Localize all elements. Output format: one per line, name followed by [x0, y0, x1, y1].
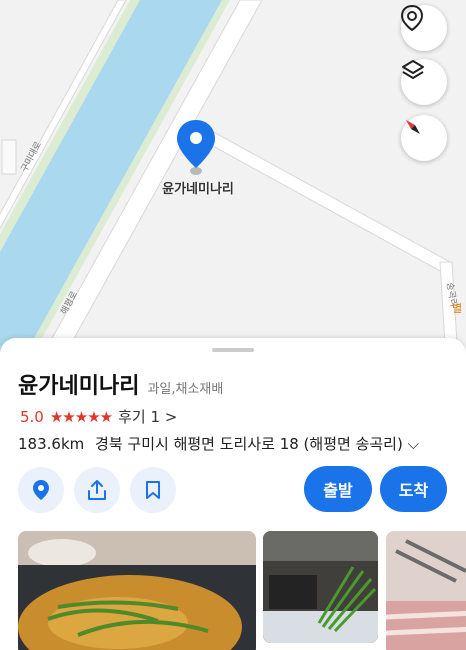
- share-button[interactable]: [74, 467, 120, 513]
- compass-icon: [406, 120, 420, 134]
- rating-stars-icon: ★★★★★: [49, 407, 113, 426]
- place-photo[interactable]: [263, 531, 378, 643]
- sheet-drag-handle[interactable]: [212, 348, 254, 352]
- place-name: 윤가네미나리: [18, 374, 140, 399]
- address-row[interactable]: 183.6km 경북 구미시 해평면 도리사로 18 (해평면 송곡리) ⌵: [18, 433, 419, 454]
- layers-button[interactable]: [401, 59, 447, 105]
- place-title-row: 윤가네미나리 과일,채소재배: [18, 368, 223, 400]
- rating-score: 5.0: [20, 407, 44, 426]
- bookmark-button[interactable]: [130, 467, 176, 513]
- bookmark-icon: [146, 481, 160, 499]
- pin-icon: [33, 480, 49, 500]
- current-location-button[interactable]: [401, 5, 447, 51]
- map-pin-button[interactable]: [18, 467, 64, 513]
- share-icon: [88, 480, 106, 500]
- rating-row: 5.0 ★★★★★ 후기 1 >: [20, 406, 177, 427]
- place-photo[interactable]: [386, 531, 466, 650]
- road-label: 별: [452, 302, 463, 315]
- depart-button[interactable]: 출발: [304, 466, 372, 512]
- place-category: 과일,채소재배: [147, 382, 224, 397]
- map-place-label[interactable]: 윤가네미나리: [143, 178, 253, 197]
- place-photo[interactable]: [18, 531, 256, 650]
- address: 경북 구미시 해평면 도리사로 18 (해평면 송곡리) ⌵: [95, 435, 419, 453]
- place-bottom-sheet[interactable]: 윤가네미나리 과일,채소재배 5.0 ★★★★★ 후기 1 > 183.6km …: [0, 338, 466, 650]
- arrive-button[interactable]: 도착: [380, 466, 447, 512]
- distance: 183.6km: [18, 435, 85, 453]
- map-view[interactable]: 구미대로 해평로 송곡리 별 윤가네미나리: [0, 0, 466, 360]
- current-location-icon: [401, 5, 423, 31]
- reviews-link[interactable]: 후기 1 >: [118, 406, 177, 427]
- layers-icon: [402, 60, 424, 79]
- compass-button[interactable]: [401, 115, 447, 161]
